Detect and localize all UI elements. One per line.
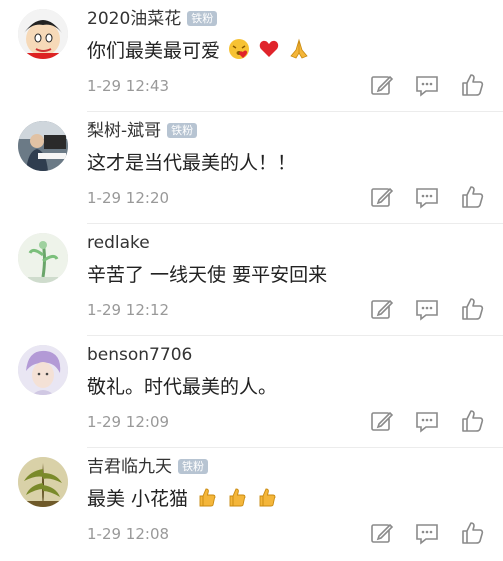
comment-item: 2020油菜花 铁粉 你们最美最可爱 1-29 12:43	[0, 0, 503, 112]
comment-text-content: 这才是当代最美的人！！	[87, 152, 297, 174]
share-edit-icon[interactable]	[369, 184, 395, 210]
thumbs-up-emoji-icon	[196, 486, 218, 515]
share-edit-icon[interactable]	[369, 296, 395, 322]
like-icon[interactable]	[459, 184, 485, 210]
fan-badge: 铁粉	[187, 11, 218, 26]
share-edit-icon[interactable]	[369, 408, 395, 434]
comment-text: 你们最美最可爱	[87, 38, 310, 67]
comment-text-content: 最美 小花猫	[87, 488, 189, 510]
avatar[interactable]	[18, 9, 68, 59]
comment-item: redlake 辛苦了 一线天使 要平安回来 1-29 12:12	[0, 224, 503, 336]
like-icon[interactable]	[459, 408, 485, 434]
timestamp: 1-29 12:09	[87, 413, 170, 431]
love-face-emoji-icon	[228, 38, 250, 67]
reply-icon[interactable]	[414, 296, 440, 322]
username-text[interactable]: benson7706	[87, 345, 192, 365]
comment-text: 辛苦了 一线天使 要平安回来	[87, 262, 327, 288]
like-icon[interactable]	[459, 72, 485, 98]
username-text[interactable]: 梨树-斌哥	[87, 121, 161, 141]
timestamp: 1-29 12:08	[87, 525, 170, 543]
comment-text: 最美 小花猫	[87, 486, 278, 515]
username[interactable]: 2020油菜花 铁粉	[87, 8, 218, 30]
reply-icon[interactable]	[414, 72, 440, 98]
username-text[interactable]: 吉君临九天	[87, 457, 172, 477]
fan-badge: 铁粉	[178, 459, 208, 474]
avatar[interactable]	[18, 233, 68, 283]
timestamp: 1-29 12:43	[87, 77, 170, 95]
comment-item: 梨树-斌哥 铁粉 这才是当代最美的人！！ 1-29 12:20	[0, 112, 503, 224]
comment-item: benson7706 敬礼。时代最美的人。 1-29 12:09	[0, 336, 503, 448]
reply-icon[interactable]	[414, 408, 440, 434]
comment-text: 这才是当代最美的人！！	[87, 150, 296, 176]
share-edit-icon[interactable]	[369, 72, 395, 98]
comment-item: 吉君临九天 铁粉 最美 小花猫 1-29 12:08	[0, 448, 503, 560]
username[interactable]: benson7706	[87, 344, 192, 366]
comment-text-content: 辛苦了 一线天使 要平安回来	[87, 264, 328, 286]
thumbs-up-emoji-icon	[226, 486, 248, 515]
heart-emoji-icon	[258, 38, 280, 67]
username[interactable]: 梨树-斌哥 铁粉	[87, 120, 198, 142]
username-text[interactable]: redlake	[87, 233, 150, 253]
like-icon[interactable]	[459, 520, 485, 546]
username[interactable]: 吉君临九天 铁粉	[87, 456, 208, 478]
pray-emoji-icon	[288, 38, 310, 67]
timestamp: 1-29 12:12	[87, 301, 170, 319]
avatar[interactable]	[18, 121, 68, 171]
timestamp: 1-29 12:20	[87, 189, 170, 207]
avatar[interactable]	[18, 345, 68, 395]
share-edit-icon[interactable]	[369, 520, 395, 546]
comment-text: 敬礼。时代最美的人。	[87, 374, 277, 400]
like-icon[interactable]	[459, 296, 485, 322]
comment-text-content: 你们最美最可爱	[87, 40, 221, 62]
comment-text-content: 敬礼。时代最美的人。	[87, 376, 278, 398]
fan-badge: 铁粉	[167, 123, 198, 138]
avatar[interactable]	[18, 457, 68, 507]
username[interactable]: redlake	[87, 232, 150, 254]
username-text[interactable]: 2020油菜花	[87, 9, 181, 29]
reply-icon[interactable]	[414, 184, 440, 210]
reply-icon[interactable]	[414, 520, 440, 546]
thumbs-up-emoji-icon	[256, 486, 278, 515]
